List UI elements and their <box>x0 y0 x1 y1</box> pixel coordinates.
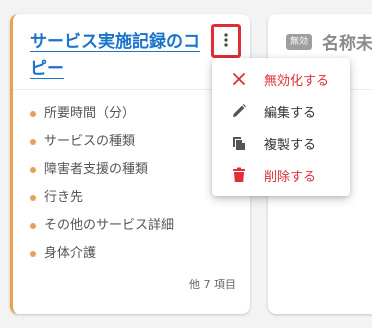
bullet-icon <box>30 111 36 117</box>
menu-item-duplicate[interactable]: 複製する <box>212 127 350 159</box>
bullet-icon <box>30 167 36 173</box>
field-item: 所要時間（分） <box>30 104 174 132</box>
context-menu: 無効化する 編集する 複製する 削除する <box>212 58 350 196</box>
menu-item-label: 編集する <box>264 105 317 121</box>
close-icon <box>230 70 248 88</box>
field-item: 身体介護 <box>30 244 174 272</box>
more-vert-icon <box>224 32 228 51</box>
field-label: その他のサービス詳細 <box>44 218 175 233</box>
bullet-icon <box>30 195 36 201</box>
field-list: 所要時間（分） サービスの種類 障害者支援の種類 行き先 その他のサービス詳細 … <box>30 104 174 272</box>
menu-item-label: 複製する <box>264 137 317 153</box>
menu-item-label: 削除する <box>264 169 317 185</box>
more-options-button[interactable] <box>211 24 241 58</box>
field-item: 障害者支援の種類 <box>30 160 174 188</box>
more-items-count: 他 7 項目 <box>189 278 236 291</box>
field-label: 身体介護 <box>44 246 97 261</box>
field-label: サービスの種類 <box>44 134 136 149</box>
menu-item-edit[interactable]: 編集する <box>212 95 350 127</box>
copy-icon <box>230 134 248 152</box>
menu-item-label: 無効化する <box>264 73 330 89</box>
pencil-icon <box>230 102 248 120</box>
field-item: その他のサービス詳細 <box>30 216 174 244</box>
menu-item-delete[interactable]: 削除する <box>212 159 350 191</box>
card-title-link[interactable]: 名称未 <box>322 29 372 54</box>
field-label: 所要時間（分） <box>44 106 136 121</box>
trash-icon <box>230 166 248 184</box>
field-item: 行き先 <box>30 188 174 216</box>
field-item: サービスの種類 <box>30 132 174 160</box>
field-label: 行き先 <box>44 190 84 205</box>
bullet-icon <box>30 139 36 145</box>
bullet-icon <box>30 223 36 229</box>
status-badge: 無効 <box>286 34 313 50</box>
menu-item-disable[interactable]: 無効化する <box>212 63 350 95</box>
bullet-icon <box>30 251 36 257</box>
card-title-link[interactable]: サービス実施記録のコピー <box>30 29 205 83</box>
field-label: 障害者支援の種類 <box>44 162 149 177</box>
